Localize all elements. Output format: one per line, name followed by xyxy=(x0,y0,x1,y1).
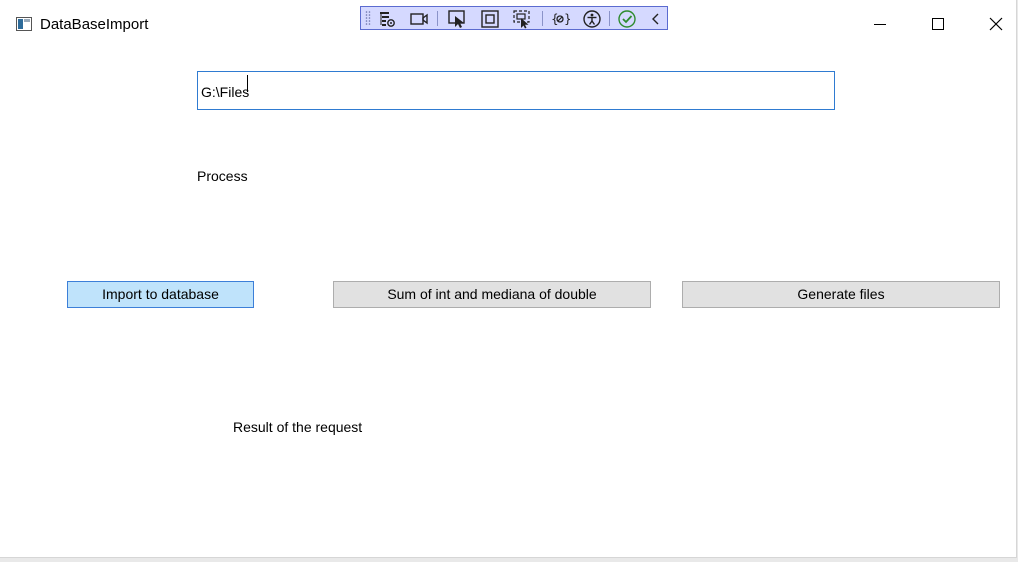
svg-text:}: } xyxy=(564,12,570,26)
separator xyxy=(542,11,543,26)
text-caret xyxy=(247,75,248,92)
close-button[interactable] xyxy=(967,0,1018,48)
app-icon xyxy=(16,17,32,31)
import-to-database-button[interactable]: Import to database xyxy=(67,281,254,308)
video-icon[interactable] xyxy=(409,9,429,29)
grip-icon[interactable] xyxy=(365,10,371,27)
generate-files-button[interactable]: Generate files xyxy=(682,281,1000,308)
accessibility-icon[interactable] xyxy=(582,9,602,29)
collapse-chevron-icon[interactable] xyxy=(646,9,666,29)
result-label: Result of the request xyxy=(233,419,363,435)
hot-reload-check-icon[interactable] xyxy=(617,9,637,29)
minimize-icon xyxy=(874,24,886,25)
separator xyxy=(437,11,438,26)
sum-median-button[interactable]: Sum of int and mediana of double xyxy=(333,281,651,308)
folder-path-input[interactable] xyxy=(197,71,835,110)
separator xyxy=(609,11,610,26)
process-label: Process xyxy=(197,168,248,184)
maximize-button[interactable] xyxy=(909,0,967,48)
layout-adorner-icon[interactable] xyxy=(480,9,500,29)
window-title: DataBaseImport xyxy=(40,16,149,33)
app-window: DataBaseImport {G:\Files Process Import… xyxy=(0,0,1017,558)
binding-failures-icon[interactable]: { } xyxy=(550,9,570,29)
track-focus-icon[interactable] xyxy=(512,9,532,29)
app-tree-icon[interactable] xyxy=(377,9,397,29)
select-element-icon[interactable] xyxy=(447,9,467,29)
maximize-icon xyxy=(932,18,944,30)
close-icon xyxy=(989,17,1003,31)
debug-toolbar: { } xyxy=(360,6,668,30)
minimize-button[interactable] xyxy=(851,0,909,48)
